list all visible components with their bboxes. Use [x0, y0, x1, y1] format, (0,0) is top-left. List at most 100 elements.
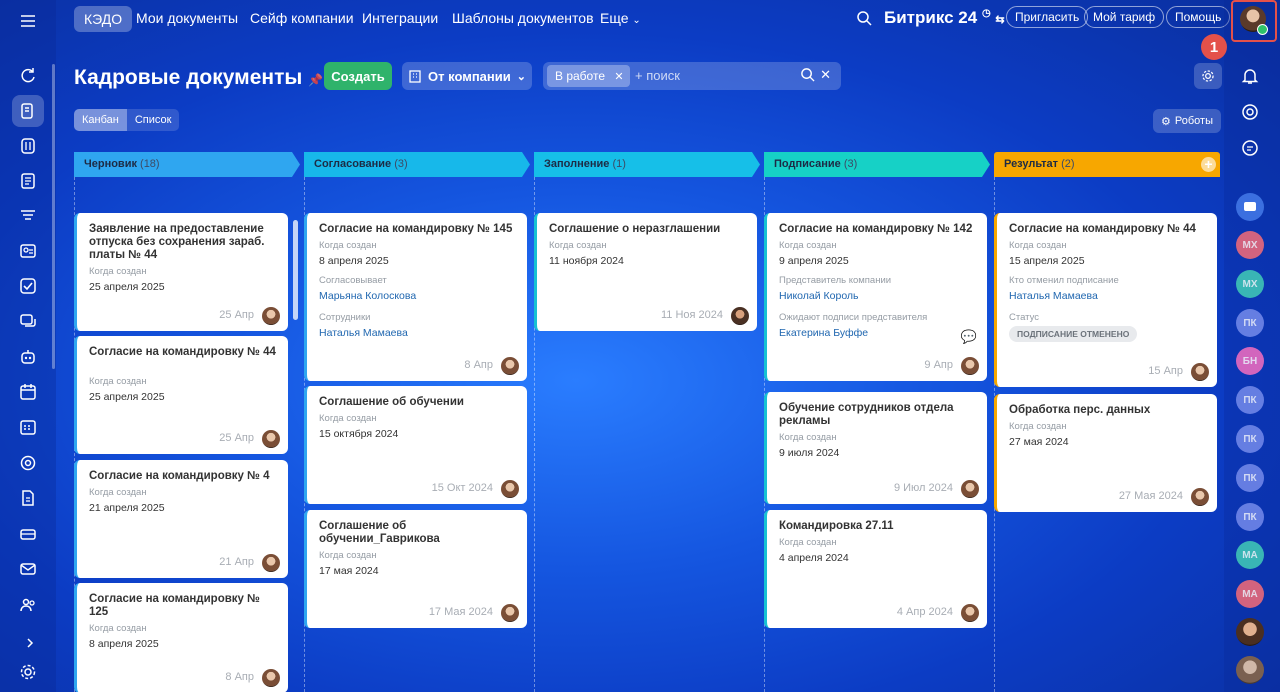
- card-person-link[interactable]: Марьяна Колоскова: [319, 290, 416, 302]
- avatar[interactable]: [961, 357, 979, 375]
- chat-avatar[interactable]: ПК: [1236, 386, 1264, 414]
- kanban-card[interactable]: Согласие на командировку № 125 Когда созд…: [74, 583, 288, 692]
- nav-integrations[interactable]: Интеграции: [362, 10, 438, 26]
- avatar[interactable]: [1191, 488, 1209, 506]
- avatar[interactable]: [961, 604, 979, 622]
- card-title[interactable]: Заявление на предоставление отпуска без …: [89, 223, 276, 262]
- contact-card-icon[interactable]: [12, 235, 44, 267]
- chat-avatar[interactable]: БН: [1236, 347, 1264, 375]
- nav-my-documents[interactable]: Мои документы: [136, 10, 238, 26]
- storage-icon[interactable]: [12, 518, 44, 550]
- column-header[interactable]: Подписание (3): [764, 152, 990, 177]
- calendar-icon[interactable]: [12, 376, 44, 408]
- card-title[interactable]: Соглашение о неразглашении: [549, 223, 745, 236]
- kanban-card[interactable]: Согласие на командировку № 145 Когда созд…: [304, 213, 527, 381]
- refresh-icon[interactable]: [12, 59, 44, 91]
- kanban-card[interactable]: Согласие на командировку № 44 Когда созда…: [994, 213, 1217, 387]
- avatar[interactable]: [262, 307, 280, 325]
- chat-avatar[interactable]: ПК: [1236, 425, 1264, 453]
- menu-icon[interactable]: [12, 5, 44, 37]
- support-chat-icon[interactable]: [1238, 136, 1262, 160]
- search-icon[interactable]: [800, 67, 815, 87]
- sidebar-scrollbar[interactable]: [52, 64, 55, 369]
- filter-icon[interactable]: [12, 200, 44, 232]
- nav-document-templates[interactable]: Шаблоны документов: [452, 10, 594, 26]
- notifications-bell-icon[interactable]: [1238, 64, 1262, 88]
- avatar[interactable]: [262, 669, 280, 687]
- card-title[interactable]: Согласие на командировку № 145: [319, 223, 515, 236]
- view-list[interactable]: Список: [127, 109, 180, 131]
- news-icon[interactable]: [12, 165, 44, 197]
- column-header[interactable]: Результат (2) +: [994, 152, 1220, 177]
- chat-avatar[interactable]: ПК: [1236, 309, 1264, 337]
- copilot-swirl-icon[interactable]: [1238, 100, 1262, 124]
- nav-more[interactable]: Еще ⌄: [600, 10, 641, 26]
- pin-icon[interactable]: 📌: [308, 73, 323, 87]
- avatar[interactable]: [961, 480, 979, 498]
- column-header[interactable]: Заполнение (1): [534, 152, 760, 177]
- card-title[interactable]: Согласие на командировку № 4: [89, 470, 276, 483]
- add-signer-icon[interactable]: 💬: [961, 329, 977, 345]
- card-title[interactable]: Соглашение об обучении_Гаврикова: [319, 520, 515, 546]
- kanban-card[interactable]: Командировка 27.11 Когда создан 4 апреля 2…: [764, 510, 987, 628]
- avatar[interactable]: [262, 554, 280, 572]
- task-check-icon[interactable]: [12, 270, 44, 302]
- card-person-link[interactable]: Екатерина Буффе: [779, 327, 868, 339]
- chat-avatar[interactable]: МХ: [1236, 270, 1264, 298]
- clear-icon[interactable]: ✕: [820, 67, 831, 83]
- card-title[interactable]: Обучение сотрудников отдела рекламы: [779, 402, 975, 428]
- kanban-card[interactable]: Обучение сотрудников отдела рекламы Когда…: [764, 392, 987, 504]
- my-tariff-button[interactable]: Мой тариф: [1084, 6, 1165, 28]
- chat-avatar[interactable]: ПК: [1236, 503, 1264, 531]
- chat-avatar[interactable]: МХ: [1236, 231, 1264, 259]
- from-company-button[interactable]: От компании ⌄: [402, 62, 532, 90]
- avatar[interactable]: [262, 430, 280, 448]
- chat-avatar-photo[interactable]: [1236, 618, 1264, 646]
- avatar[interactable]: [731, 307, 749, 325]
- settings-gear-icon[interactable]: [12, 656, 44, 688]
- chat-avatar[interactable]: МА: [1236, 541, 1264, 569]
- robots-button[interactable]: ⚙ Роботы: [1153, 109, 1221, 133]
- nav-company-safe[interactable]: Сейф компании: [250, 10, 354, 26]
- column-header[interactable]: Согласование (3): [304, 152, 530, 177]
- kanban-card[interactable]: Заявление на предоставление отпуска без …: [74, 213, 288, 331]
- avatar[interactable]: [1191, 363, 1209, 381]
- filter-search[interactable]: В работе ✕ + поиск ✕: [543, 62, 841, 90]
- robot-icon[interactable]: [12, 341, 44, 373]
- avatar[interactable]: [501, 604, 519, 622]
- chat-avatar[interactable]: ПК: [1236, 464, 1264, 492]
- card-title[interactable]: Согласие на командировку № 142: [779, 223, 975, 236]
- card-person-link[interactable]: Наталья Мамаева: [319, 327, 408, 339]
- chat-icon[interactable]: [12, 305, 44, 337]
- kanban-card[interactable]: Обработка перс. данных Когда создан 27 мая…: [994, 394, 1217, 512]
- chat-avatar-photo[interactable]: [1236, 656, 1264, 684]
- card-title[interactable]: Командировка 27.11: [779, 520, 975, 533]
- mail-icon[interactable]: [12, 553, 44, 585]
- avatar[interactable]: [501, 357, 519, 375]
- card-person-link[interactable]: Наталья Мамаева: [1009, 290, 1098, 302]
- kanban-card[interactable]: Соглашение о неразглашении Когда создан 11…: [534, 213, 757, 331]
- card-title[interactable]: Обработка перс. данных: [1009, 404, 1205, 417]
- document-edit-icon[interactable]: [12, 95, 44, 127]
- filter-chip[interactable]: В работе ✕: [547, 65, 630, 87]
- settings-button[interactable]: [1194, 63, 1222, 89]
- view-kanban[interactable]: Канбан: [74, 109, 127, 131]
- column-header[interactable]: Черновик (18): [74, 152, 300, 177]
- card-title[interactable]: Согласие на командировку № 125: [89, 593, 276, 619]
- search-icon[interactable]: [856, 10, 872, 31]
- kanban-card[interactable]: Соглашение об обучении_Гаврикова Когда со…: [304, 510, 527, 628]
- close-icon[interactable]: ✕: [614, 71, 623, 83]
- kanban-card[interactable]: Соглашение об обучении Когда создан 15 окт…: [304, 386, 527, 504]
- search-input[interactable]: + поиск: [635, 68, 680, 83]
- create-button[interactable]: Создать: [324, 62, 392, 90]
- messenger-icon[interactable]: [1236, 193, 1264, 221]
- target-icon[interactable]: [12, 447, 44, 479]
- card-title[interactable]: Согласие на командировку № 44: [1009, 223, 1205, 236]
- card-title[interactable]: Соглашение об обучении: [319, 396, 515, 409]
- card-person-link[interactable]: Николай Король: [779, 290, 859, 302]
- users-icon[interactable]: [12, 589, 44, 621]
- kanban-card[interactable]: Согласие на командировку № 44 Когда созда…: [74, 336, 288, 454]
- nav-kedo[interactable]: КЭДО: [74, 6, 133, 32]
- book-icon[interactable]: [12, 130, 44, 162]
- file-icon[interactable]: [12, 482, 44, 514]
